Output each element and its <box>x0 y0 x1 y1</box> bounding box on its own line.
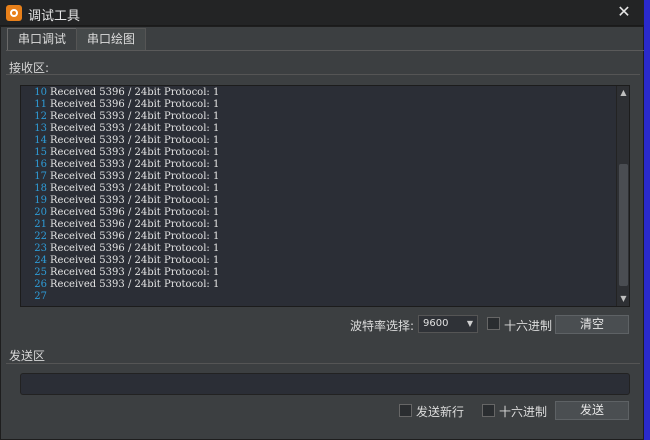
console-line: 23 Received 5396 / 24bit Protocol: 1 <box>21 243 219 255</box>
chevron-down-icon[interactable]: ▼ <box>617 292 629 306</box>
baud-rate-select[interactable]: 9600 ▼ <box>418 315 478 333</box>
console-line: 10 Received 5396 / 24bit Protocol: 1 <box>21 87 219 99</box>
send-button[interactable]: 发送 <box>555 401 629 420</box>
line-text: Received 5393 / 24bit Protocol: 1 <box>50 111 220 122</box>
send-area-label: 发送区 <box>9 349 46 363</box>
console-line: 21 Received 5396 / 24bit Protocol: 1 <box>21 219 219 231</box>
line-number: 23 <box>34 243 47 254</box>
send-newline-label: 发送新行 <box>416 405 465 419</box>
line-text: Received 5396 / 24bit Protocol: 1 <box>50 207 220 218</box>
line-number: 25 <box>34 267 47 278</box>
console-line: 22 Received 5396 / 24bit Protocol: 1 <box>21 231 219 243</box>
line-number: 26 <box>34 279 47 290</box>
console-line: 11 Received 5396 / 24bit Protocol: 1 <box>21 99 219 111</box>
console-line: 18 Received 5393 / 24bit Protocol: 1 <box>21 183 219 195</box>
chevron-down-icon: ▼ <box>466 319 473 328</box>
send-input[interactable] <box>20 373 630 395</box>
tab-bar-divider <box>6 50 644 51</box>
console-line: 15 Received 5393 / 24bit Protocol: 1 <box>21 147 219 159</box>
line-text: Received 5393 / 24bit Protocol: 1 <box>50 159 220 170</box>
chevron-up-icon[interactable]: ▲ <box>617 86 629 100</box>
line-number: 13 <box>34 123 47 134</box>
window-title: 调试工具 <box>28 9 81 24</box>
console-line: 12 Received 5393 / 24bit Protocol: 1 <box>21 111 219 123</box>
console-line: 27 <box>21 291 50 303</box>
clear-button[interactable]: 清空 <box>555 315 629 334</box>
console-line: 24 Received 5393 / 24bit Protocol: 1 <box>21 255 219 267</box>
baud-rate-label: 波特率选择: <box>350 319 415 333</box>
send-area-divider <box>6 363 640 364</box>
line-text: Received 5396 / 24bit Protocol: 1 <box>50 231 220 242</box>
line-number: 17 <box>34 171 47 182</box>
line-text: Received 5396 / 24bit Protocol: 1 <box>50 219 220 230</box>
console-line: 25 Received 5393 / 24bit Protocol: 1 <box>21 267 219 279</box>
line-text: Received 5393 / 24bit Protocol: 1 <box>50 255 220 266</box>
console-line: 17 Received 5393 / 24bit Protocol: 1 <box>21 171 219 183</box>
line-number: 10 <box>34 87 47 98</box>
line-number: 16 <box>34 159 47 170</box>
line-text: Received 5393 / 24bit Protocol: 1 <box>50 195 220 206</box>
line-text: Received 5393 / 24bit Protocol: 1 <box>50 279 220 290</box>
send-hex-checkbox[interactable] <box>482 404 495 417</box>
line-number: 18 <box>34 183 47 194</box>
line-number: 12 <box>34 111 47 122</box>
app-logo-icon <box>6 5 22 21</box>
scrollbar-thumb[interactable] <box>619 164 628 286</box>
console-line: 16 Received 5393 / 24bit Protocol: 1 <box>21 159 219 171</box>
console-line: 13 Received 5393 / 24bit Protocol: 1 <box>21 123 219 135</box>
line-number: 15 <box>34 147 47 158</box>
line-number: 20 <box>34 207 47 218</box>
line-number: 22 <box>34 231 47 242</box>
line-text: Received 5393 / 24bit Protocol: 1 <box>50 267 220 278</box>
line-number: 19 <box>34 195 47 206</box>
line-number: 21 <box>34 219 47 230</box>
line-text: Received 5396 / 24bit Protocol: 1 <box>50 99 220 110</box>
line-text: Received 5393 / 24bit Protocol: 1 <box>50 171 220 182</box>
close-button[interactable]: ✕ <box>612 1 636 23</box>
send-newline-checkbox[interactable] <box>399 404 412 417</box>
background-window-edge <box>644 0 650 440</box>
line-text: Received 5396 / 24bit Protocol: 1 <box>50 87 220 98</box>
line-text: Received 5393 / 24bit Protocol: 1 <box>50 123 220 134</box>
line-text: Received 5393 / 24bit Protocol: 1 <box>50 147 220 158</box>
line-number: 24 <box>34 255 47 266</box>
line-text: Received 5393 / 24bit Protocol: 1 <box>50 183 220 194</box>
tab-serial-debug[interactable]: 串口调试 <box>7 28 78 51</box>
title-bar: 调试工具 ✕ <box>0 0 650 26</box>
console-line: 20 Received 5396 / 24bit Protocol: 1 <box>21 207 219 219</box>
console-line: 19 Received 5393 / 24bit Protocol: 1 <box>21 195 219 207</box>
send-hex-label: 十六进制 <box>499 405 548 419</box>
receive-scrollbar[interactable]: ▲ ▼ <box>616 86 629 306</box>
line-text: Received 5396 / 24bit Protocol: 1 <box>50 243 220 254</box>
line-text: Received 5393 / 24bit Protocol: 1 <box>50 135 220 146</box>
console-line: 26 Received 5393 / 24bit Protocol: 1 <box>21 279 219 291</box>
baud-rate-value: 9600 <box>423 318 449 329</box>
line-number: 11 <box>34 99 47 110</box>
receive-hex-label: 十六进制 <box>504 319 553 333</box>
receive-console[interactable]: 10 Received 5396 / 24bit Protocol: 1 11 Rec… <box>20 85 630 307</box>
line-number: 14 <box>34 135 47 146</box>
receive-hex-checkbox[interactable] <box>487 317 500 330</box>
line-number: 27 <box>34 291 47 302</box>
console-line: 14 Received 5393 / 24bit Protocol: 1 <box>21 135 219 147</box>
receive-area-divider <box>6 74 640 75</box>
tab-serial-plot[interactable]: 串口绘图 <box>76 28 147 50</box>
